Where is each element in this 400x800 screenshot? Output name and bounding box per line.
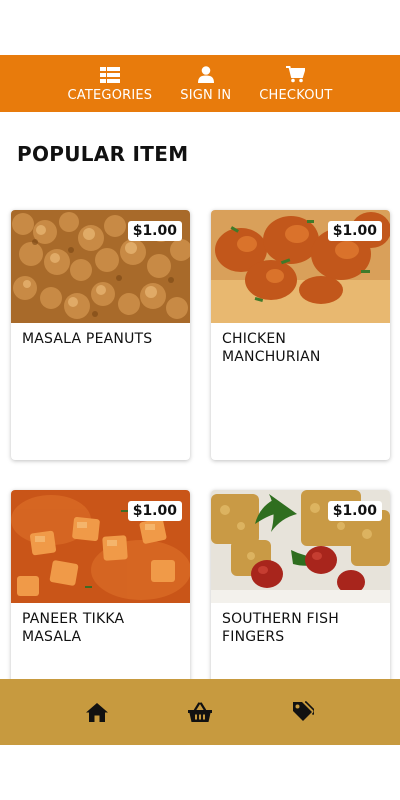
product-name: MASALA PEANUTS (22, 331, 153, 347)
home-button[interactable] (82, 697, 112, 727)
product-name: CHICKEN MANCHURIAN (222, 331, 321, 365)
product-image-southern-fish-fingers: $1.00 (211, 490, 390, 603)
price-badge: $1.00 (327, 221, 382, 241)
product-image-paneer-tikka-masala: $1.00 (11, 490, 190, 603)
section-title: POPULAR ITEM (17, 142, 189, 166)
product-card[interactable]: $1.00 CHICKEN MANCHURIAN (211, 210, 390, 460)
nav-checkout-label: CHECKOUT (259, 87, 333, 103)
basket-button[interactable] (185, 697, 215, 727)
bottom-navigation (0, 679, 400, 745)
price-badge: $1.00 (127, 501, 182, 521)
grid-list-icon (99, 65, 120, 85)
nav-sign-in-label: SIGN IN (180, 87, 232, 103)
basket-icon (187, 702, 212, 722)
product-image-masala-peanuts: $1.00 (11, 210, 190, 323)
cart-icon (286, 65, 306, 85)
top-navigation: CATEGORIES SIGN IN CHECKOUT (0, 55, 400, 112)
tags-button[interactable] (288, 697, 318, 727)
home-icon (85, 702, 108, 722)
nav-categories-label: CATEGORIES (67, 87, 153, 103)
nav-sign-in[interactable]: SIGN IN (166, 55, 245, 112)
product-card[interactable]: $1.00 MASALA PEANUTS (11, 210, 190, 460)
product-image-chicken-manchurian: $1.00 (211, 210, 390, 323)
nav-categories[interactable]: CATEGORIES (54, 55, 167, 112)
user-icon (197, 65, 214, 85)
price-badge: $1.00 (327, 501, 382, 521)
product-name: SOUTHERN FISH FINGERS (222, 611, 339, 645)
tag-icon (293, 701, 315, 721)
price-badge: $1.00 (127, 221, 182, 241)
product-name: PANEER TIKKA MASALA (22, 611, 125, 645)
nav-checkout[interactable]: CHECKOUT (245, 55, 346, 112)
